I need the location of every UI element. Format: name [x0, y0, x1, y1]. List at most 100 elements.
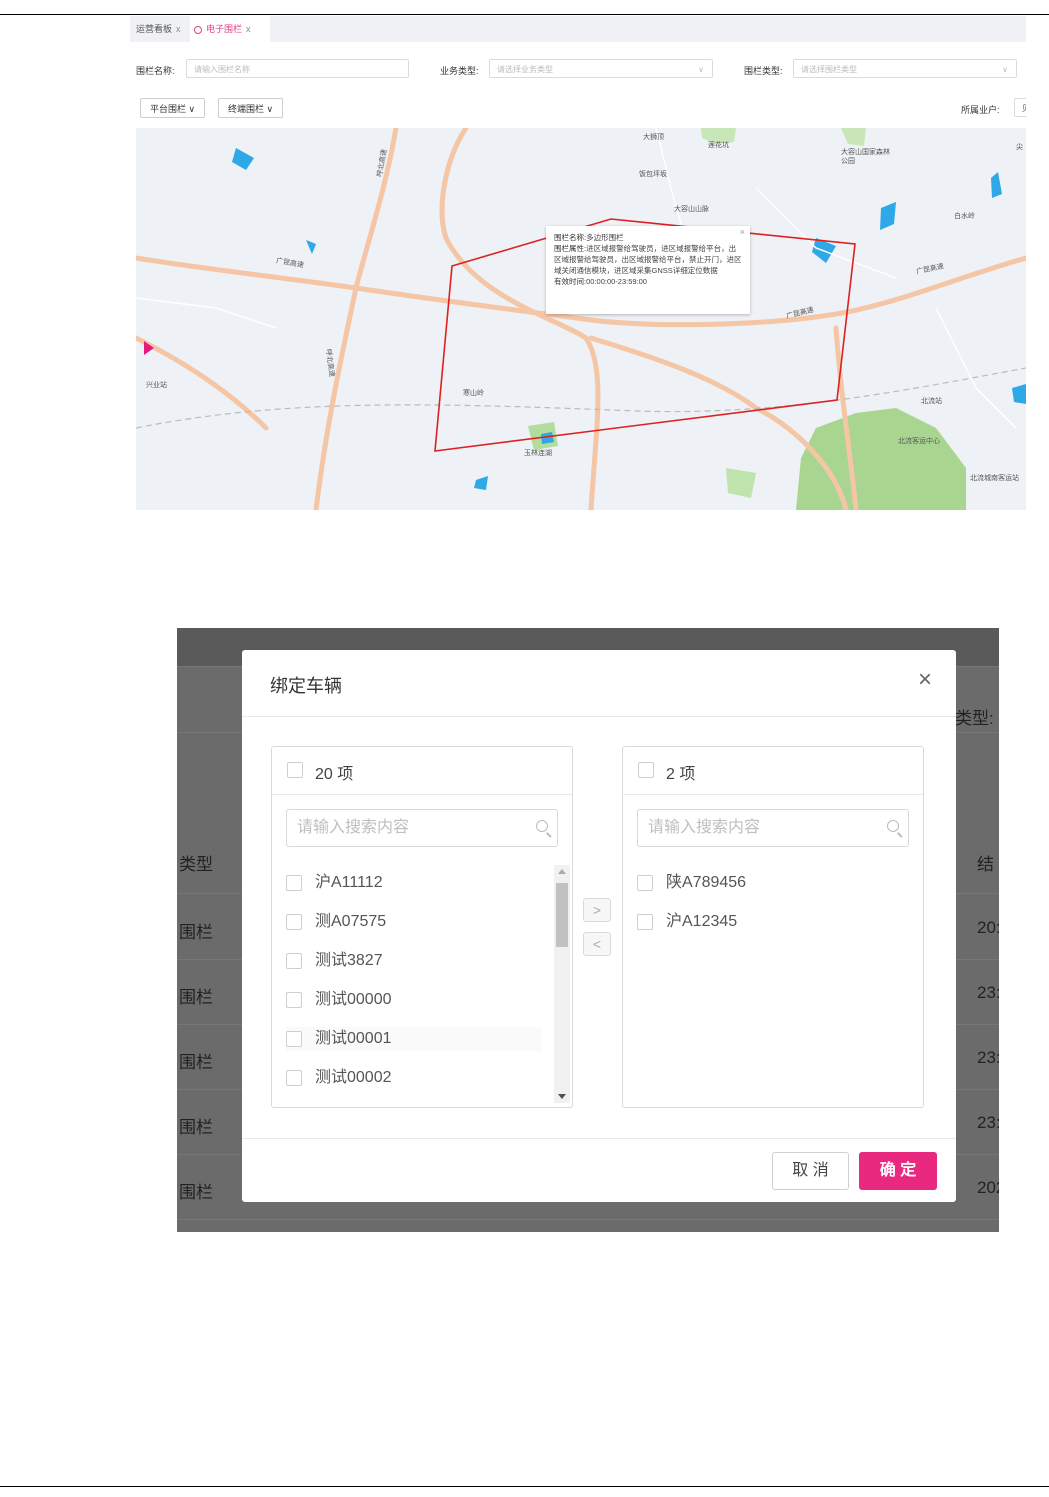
item-count: 20 项	[315, 766, 354, 783]
list-item[interactable]: 测试00002	[286, 1066, 542, 1090]
item-checkbox[interactable]	[286, 953, 302, 969]
list-item[interactable]: 陕A789456	[637, 871, 893, 895]
map-label: 白水岭	[954, 213, 975, 220]
bg-col-type: 类型	[179, 855, 213, 874]
tab-bar: 运营看板 x 电子围栏 x	[130, 16, 1026, 42]
list-item[interactable]: 沪A12345	[637, 910, 893, 934]
tab-electronic-fence[interactable]: 电子围栏 x	[190, 16, 270, 42]
item-label: 测试00001	[315, 1030, 392, 1047]
panel-header: 20 项	[272, 747, 572, 795]
business-type-select[interactable]: 请选择业务类型 ∨	[489, 59, 713, 78]
panel-header: 2 项	[623, 747, 923, 795]
map-label: 北流城南客运站	[970, 475, 1019, 482]
map-label: 大狮顶	[643, 134, 664, 141]
modal-title: 绑定车辆	[270, 676, 342, 696]
terminal-fence-button[interactable]: 终端围栏 ∨	[218, 98, 284, 118]
map-canvas[interactable]: 大狮顶 莲花坑 饭包坪坂 大容山国家森林公园 大容山山脉 白水岭 广昆高速 广昆…	[136, 128, 1026, 510]
valid-time-value: 00:00:00-23:59:00	[586, 277, 647, 286]
bg-row-type: 围栏	[179, 988, 213, 1007]
business-type-label: 业务类型:	[440, 66, 479, 76]
close-icon[interactable]: ×	[918, 668, 932, 692]
close-icon[interactable]: ×	[740, 227, 745, 238]
list-item[interactable]: 测试00001	[286, 1027, 542, 1051]
bg-row-type: 围栏	[179, 923, 213, 942]
bind-vehicle-modal: 绑定车辆 × 20 项 请输入搜索内容 沪A11112 测A07575 测试38…	[242, 650, 956, 1202]
scroll-thumb[interactable]	[556, 883, 568, 947]
map-label: 大容山山脉	[674, 206, 709, 213]
list-item[interactable]: 测A07575	[286, 910, 542, 934]
bg-row-type: 围栏	[179, 1053, 213, 1072]
item-label: 测试3827	[315, 952, 383, 969]
map-label: 莲花坑	[708, 142, 729, 149]
page-bottom-rule	[0, 1486, 1049, 1487]
fence-name-key: 围栏名称:	[554, 233, 587, 242]
move-left-button[interactable]: <	[583, 932, 611, 956]
scrollbar[interactable]	[554, 865, 570, 1103]
bg-row-end: 23:	[977, 983, 999, 1002]
chevron-down-icon: ∨	[1002, 65, 1008, 74]
move-right-button[interactable]: >	[583, 898, 611, 922]
item-checkbox[interactable]	[286, 875, 302, 891]
bg-row-end: 23:	[977, 1113, 999, 1132]
list-item[interactable]: 沪A11112	[286, 871, 542, 895]
item-checkbox[interactable]	[286, 992, 302, 1008]
bg-col-end: 结	[977, 855, 994, 874]
search-input[interactable]: 请输入搜索内容	[637, 809, 909, 847]
bg-type-label: 类型:	[955, 709, 994, 728]
item-checkbox[interactable]	[637, 914, 653, 930]
tab-operations-board[interactable]: 运营看板 x	[132, 16, 185, 42]
fence-map-screenshot: 运营看板 x 电子围栏 x 围栏名称: 请输入围栏名称 业务类型: 请选择业务类型 ∨…	[130, 16, 1026, 510]
map-label: 玉林连湖	[524, 450, 552, 457]
item-label: 测A07575	[315, 913, 387, 930]
item-label: 测试00002	[315, 1069, 392, 1086]
map-label: 寒山岭	[463, 390, 484, 397]
expand-panel-handle[interactable]	[144, 341, 154, 355]
bg-row-type: 围栏	[179, 1118, 213, 1137]
item-checkbox[interactable]	[637, 875, 653, 891]
search-input[interactable]: 请输入搜索内容	[286, 809, 558, 847]
item-checkbox[interactable]	[286, 1031, 302, 1047]
refresh-icon	[194, 25, 202, 34]
fence-name-input[interactable]: 请输入围栏名称	[186, 59, 409, 78]
item-label: 陕A789456	[666, 874, 747, 891]
map-label: 北流客运中心	[898, 438, 940, 445]
tenant-select[interactable]: 见	[1014, 98, 1026, 117]
close-icon[interactable]: x	[246, 24, 251, 34]
fence-type-label: 围栏类型:	[744, 66, 783, 76]
fence-info-popup: × 围栏名称:多边形围栏 围栏属性:进区域报警给驾驶员，进区域报警给平台，出区域…	[546, 226, 750, 314]
map-label: 尖	[1016, 144, 1023, 151]
bg-row-end: 23:	[977, 1048, 999, 1067]
platform-fence-button[interactable]: 平台围栏 ∨	[140, 98, 206, 118]
fence-type-placeholder: 请选择围栏类型	[801, 65, 857, 74]
list-item[interactable]: 测试00000	[286, 988, 542, 1012]
scroll-up-icon[interactable]	[558, 869, 566, 874]
select-all-checkbox[interactable]	[638, 762, 654, 778]
item-label: 沪A11112	[315, 874, 383, 891]
fence-type-select[interactable]: 请选择围栏类型 ∨	[793, 59, 1017, 78]
divider	[177, 1219, 999, 1220]
select-all-checkbox[interactable]	[287, 762, 303, 778]
tab-label: 运营看板	[136, 24, 173, 34]
business-type-placeholder: 请选择业务类型	[497, 65, 553, 74]
divider	[242, 1138, 956, 1139]
divider	[242, 716, 956, 717]
source-list-panel: 20 项 请输入搜索内容 沪A11112 测A07575 测试3827 测试00…	[271, 746, 573, 1108]
close-icon[interactable]: x	[176, 24, 181, 34]
item-label: 沪A12345	[666, 913, 738, 930]
tab-label: 电子围栏	[206, 24, 243, 34]
confirm-button[interactable]: 确 定	[859, 1152, 937, 1190]
valid-time-key: 有效时间:	[554, 277, 587, 286]
map-label: 北流站	[921, 398, 942, 405]
target-list-panel: 2 项 请输入搜索内容 陕A789456 沪A12345	[622, 746, 924, 1108]
cancel-button[interactable]: 取 消	[772, 1152, 849, 1190]
map-base	[136, 128, 1026, 510]
item-checkbox[interactable]	[286, 914, 302, 930]
item-checkbox[interactable]	[286, 1070, 302, 1086]
scroll-down-icon[interactable]	[558, 1094, 566, 1099]
fence-name-value: 多边形围栏	[586, 233, 624, 242]
fence-attr-key: 围栏属性:	[554, 244, 587, 253]
list-item[interactable]: 测试3827	[286, 949, 542, 973]
map-label: 兴业站	[146, 382, 167, 389]
chevron-down-icon: ∨	[698, 65, 704, 74]
bind-vehicle-screenshot: 类型: 类型 结 围栏 20: 围栏 23: 围栏 23: 围栏 23: 围栏 …	[177, 628, 999, 1232]
